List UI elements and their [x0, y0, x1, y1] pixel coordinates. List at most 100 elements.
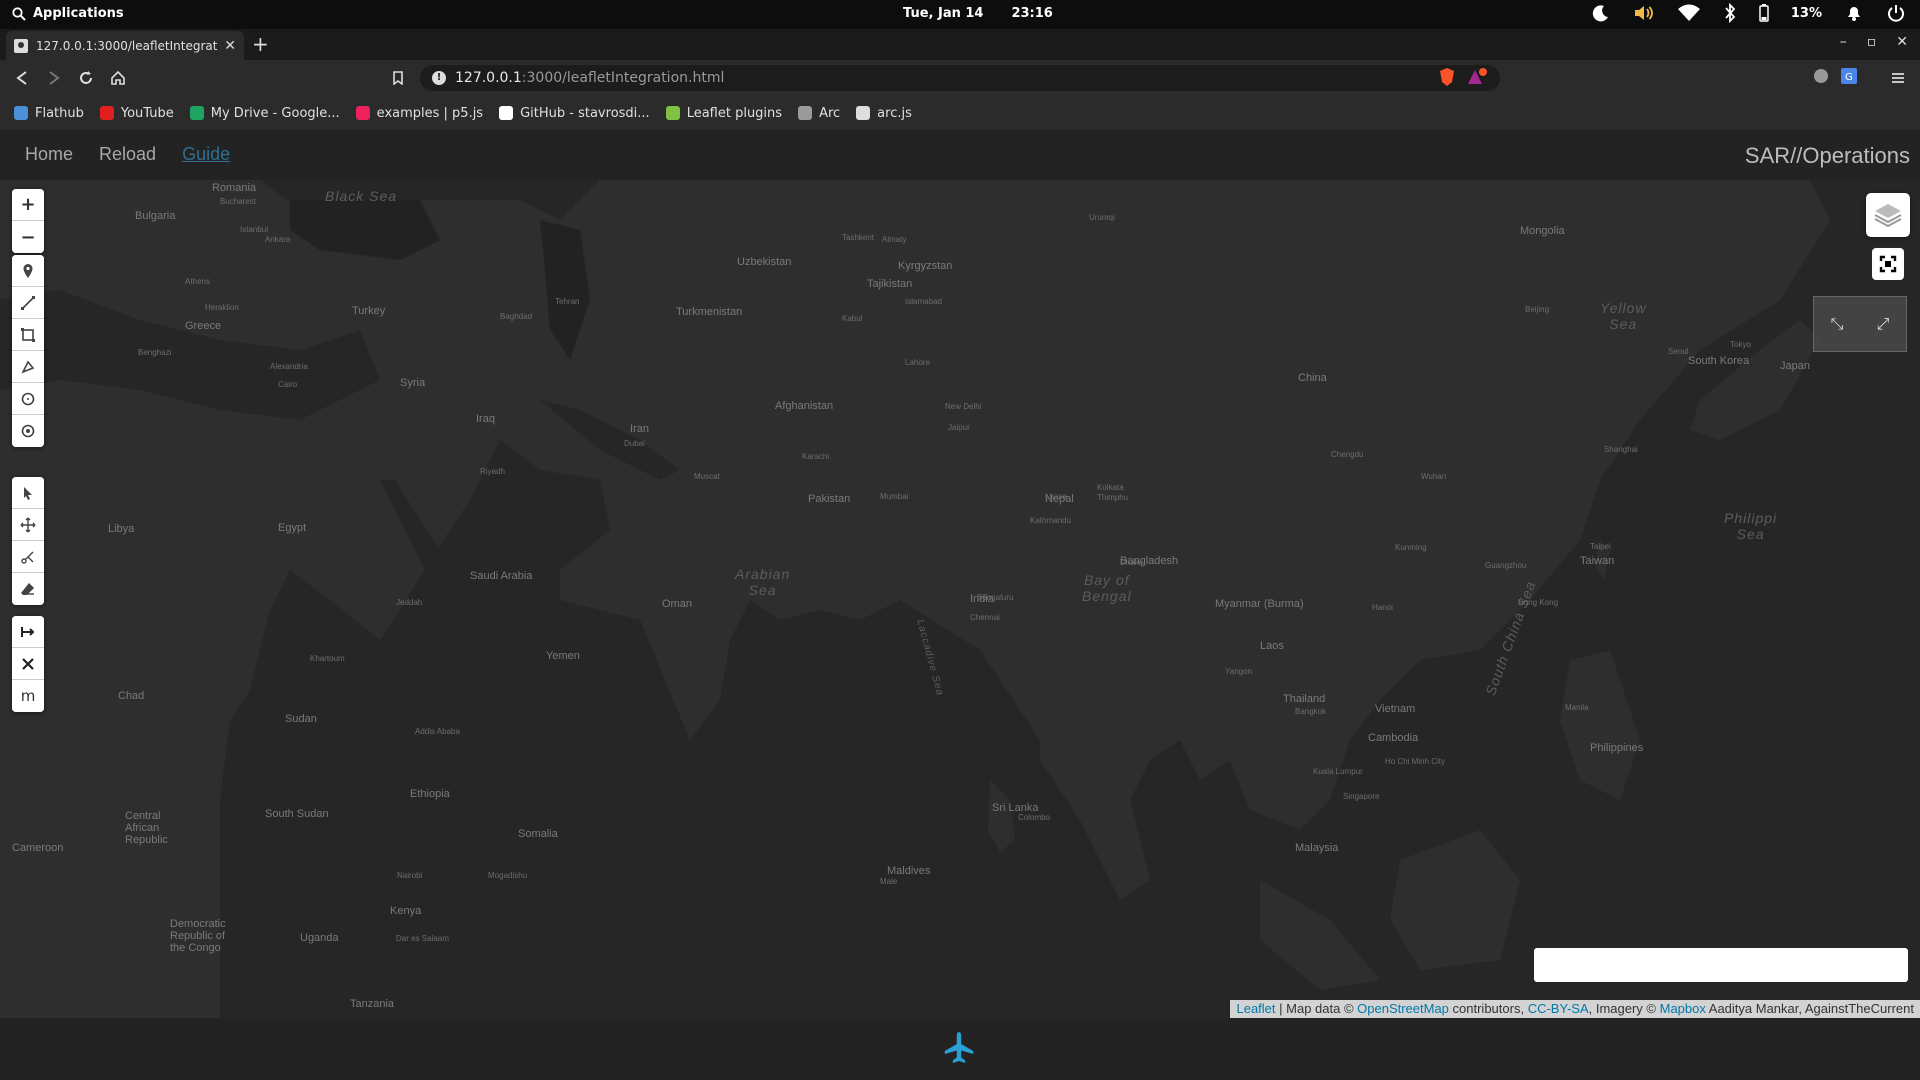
bookmark-item[interactable]: arc.js [856, 106, 912, 121]
battery-icon[interactable] [1759, 4, 1769, 22]
minimize-icon[interactable]: – [1840, 34, 1847, 50]
airplane-icon[interactable] [941, 1030, 977, 1066]
new-tab-button[interactable]: + [252, 33, 269, 55]
clear-measure-button[interactable] [12, 648, 44, 680]
bluetooth-icon[interactable] [1723, 3, 1737, 23]
edit-layers-button[interactable] [12, 477, 44, 509]
bookmark-label: My Drive - Google... [210, 105, 340, 121]
bookmark-item[interactable]: YouTube [99, 106, 174, 121]
cut-layers-button[interactable] [12, 541, 44, 573]
bookmark-label: arc.js [877, 105, 912, 121]
draw-marker-button[interactable] [12, 255, 44, 287]
map-city-label: Chengdu [1331, 450, 1364, 459]
zoom-out-button[interactable]: − [12, 221, 44, 253]
bookmark-item[interactable]: Arc [798, 106, 840, 121]
map-country-label: Uzbekistan [737, 256, 792, 268]
site-info-icon[interactable]: ! [432, 71, 446, 85]
wifi-icon[interactable] [1677, 3, 1701, 23]
volume-icon[interactable] [1633, 3, 1655, 23]
map-country-label: Turkmenistan [676, 306, 743, 318]
draw-rectangle-button[interactable] [12, 319, 44, 351]
leaflet-link[interactable]: Leaflet [1236, 1001, 1275, 1016]
os-top-bar: Applications Tue, Jan 14 23:16 13% [0, 0, 1920, 29]
map-sea-label: Arabian Sea [735, 566, 791, 598]
map-city-label: Lahore [905, 358, 930, 367]
measure-toolbar: m [12, 616, 44, 712]
map-city-label: Mumbai [880, 492, 909, 501]
forward-icon[interactable] [44, 68, 64, 88]
draw-polyline-button[interactable] [12, 287, 44, 319]
osm-link[interactable]: OpenStreetMap [1357, 1001, 1449, 1016]
bookmark-icon[interactable] [388, 68, 408, 88]
app-nav: Home Reload Guide [25, 144, 230, 165]
fullscreen-button[interactable] [1872, 248, 1904, 280]
eraser-icon [21, 583, 34, 595]
map-city-label: Male [880, 877, 898, 886]
close-window-icon[interactable]: ✕ [1896, 34, 1908, 50]
bookmark-item[interactable]: examples | p5.js [355, 106, 483, 121]
incognito-extension-icon[interactable] [1812, 67, 1830, 85]
brave-shield-icon[interactable] [1438, 67, 1456, 87]
map-sea-label: Black Sea [325, 188, 398, 204]
attribution-text: , Imagery © [1588, 1001, 1660, 1016]
minimap-collapse-icon[interactable]: ⤡ [1831, 314, 1844, 334]
reload-icon[interactable] [76, 68, 96, 88]
delete-layers-button[interactable] [12, 573, 44, 605]
minimap-expand-icon[interactable]: ⤢ [1877, 314, 1890, 334]
map-city-label: Tehran [555, 297, 580, 306]
map-country-label: Tajikistan [867, 278, 913, 290]
zoom-in-button[interactable]: + [12, 189, 44, 221]
system-tray: 13% [1591, 3, 1906, 23]
close-tab-icon[interactable]: ✕ [224, 38, 236, 54]
clock[interactable]: Tue, Jan 14 23:16 [903, 6, 1053, 21]
power-icon[interactable] [1886, 3, 1906, 23]
menu-icon[interactable] [1888, 68, 1908, 88]
svg-text:G: G [1845, 72, 1853, 83]
map-country-label: Uganda [300, 932, 339, 944]
draw-circle-button[interactable] [12, 383, 44, 415]
map-country-label: Tanzania [350, 998, 395, 1010]
bookmark-item[interactable]: Leaflet plugins [665, 106, 782, 121]
license-link[interactable]: CC-BY-SA [1528, 1001, 1589, 1016]
map-city-label: Karachi [802, 452, 830, 461]
map-city-label: Beijing [1525, 305, 1550, 314]
browser-tab[interactable]: 127.0.0.1:3000/leafletIntegration ✕ [6, 31, 244, 60]
map-city-label: Singapore [1343, 792, 1380, 801]
map-country-label: Democratic Republic of the Congo [170, 918, 226, 954]
bookmark-item[interactable]: GitHub - stavrosdi... [499, 106, 650, 121]
mapbox-link[interactable]: Mapbox [1660, 1001, 1706, 1016]
moon-icon[interactable] [1591, 3, 1611, 23]
map-city-label: Mogadishu [488, 871, 528, 880]
map-city-label: Muscat [694, 472, 720, 481]
notification-bell-icon[interactable] [1844, 3, 1864, 23]
home-icon[interactable] [108, 68, 128, 88]
maximize-icon[interactable]: ▫ [1867, 34, 1877, 50]
bookmark-item[interactable]: My Drive - Google... [189, 105, 340, 121]
bookmark-favicon-icon [798, 106, 813, 120]
draw-polygon-button[interactable] [12, 351, 44, 383]
minimap[interactable]: ⤡ ⤢ [1813, 296, 1907, 352]
unit-toggle-button[interactable]: m [12, 680, 44, 712]
applications-menu[interactable]: Applications [12, 6, 124, 21]
map-city-label: Colombo [1018, 813, 1051, 822]
nav-link-guide[interactable]: Guide [182, 144, 230, 165]
measure-button[interactable] [12, 616, 44, 648]
map-container[interactable]: Black Sea Arabian Sea Bay of Bengal Philip… [0, 180, 1920, 1018]
address-bar[interactable]: ! 127.0.0.1:3000/leafletIntegration.html [420, 65, 1500, 91]
map-city-label: Bangkok [1295, 707, 1327, 716]
bookmark-label: Arc [819, 105, 841, 121]
map-country-label: Japan [1780, 360, 1810, 372]
search-input[interactable] [1534, 948, 1908, 982]
nav-link-reload[interactable]: Reload [99, 144, 156, 165]
nav-link-home[interactable]: Home [25, 144, 73, 165]
translate-extension-icon[interactable]: G [1840, 67, 1858, 85]
tab-title: 127.0.0.1:3000/leafletIntegration [36, 38, 219, 53]
bookmark-favicon-icon [856, 106, 871, 120]
edit-toolbar [12, 477, 44, 605]
brave-rewards-icon[interactable] [1466, 67, 1488, 87]
drag-layers-button[interactable] [12, 509, 44, 541]
draw-circlemarker-button[interactable] [12, 415, 44, 447]
back-icon[interactable] [12, 68, 32, 88]
layers-button[interactable] [1866, 193, 1910, 237]
bookmark-item[interactable]: Flathub [14, 106, 84, 121]
